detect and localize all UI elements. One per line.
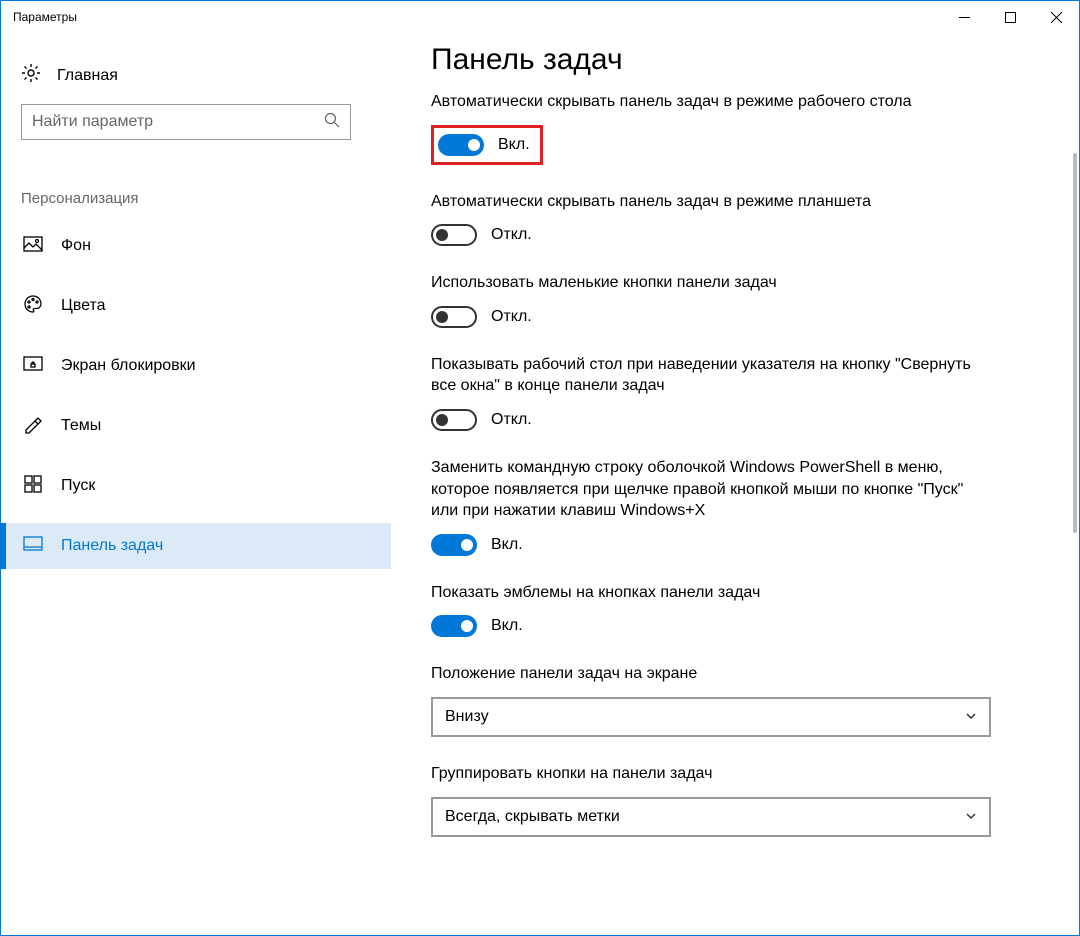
setting-label: Использовать маленькие кнопки панели зад… xyxy=(431,272,971,294)
setting-label: Автоматически скрывать панель задач в ре… xyxy=(431,191,971,213)
search-field[interactable] xyxy=(32,113,316,131)
dropdown-combine[interactable]: Всегда, скрывать метки xyxy=(431,797,991,837)
toggle-peek-desktop[interactable] xyxy=(431,409,477,431)
setting-label: Показывать рабочий стол при наведении ук… xyxy=(431,354,971,397)
dropdown-value: Всегда, скрывать метки xyxy=(445,808,620,826)
toggle-state-text: Вкл. xyxy=(498,136,530,154)
toggle-state-text: Вкл. xyxy=(491,617,523,635)
setting-label: Показать эмблемы на кнопках панели задач xyxy=(431,582,971,604)
main-content: Панель задач Автоматически скрывать пане… xyxy=(371,33,1079,935)
toggle-state-text: Откл. xyxy=(491,411,532,429)
themes-icon xyxy=(23,414,43,439)
dropdown-value: Внизу xyxy=(445,708,489,726)
toggle-autohide-tablet[interactable] xyxy=(431,224,477,246)
sidebar: Главная Персонализация Фон Цвета xyxy=(1,33,371,935)
setting-combine: Группировать кнопки на панели задач Всег… xyxy=(431,763,1039,837)
setting-label: Автоматически скрывать панель задач в ре… xyxy=(431,91,971,113)
picture-icon xyxy=(23,234,43,259)
sidebar-item-lockscreen[interactable]: Экран блокировки xyxy=(21,343,351,389)
setting-small-buttons: Использовать маленькие кнопки панели зад… xyxy=(431,272,1039,328)
sidebar-item-taskbar[interactable]: Панель задач xyxy=(1,523,391,569)
start-icon xyxy=(23,474,43,499)
toggle-state-text: Откл. xyxy=(491,308,532,326)
dropdown-position[interactable]: Внизу xyxy=(431,697,991,737)
page-title: Панель задач xyxy=(431,43,1039,77)
search-icon xyxy=(324,112,340,132)
category-header: Персонализация xyxy=(21,190,351,207)
sidebar-item-label: Экран блокировки xyxy=(61,357,196,375)
maximize-button[interactable] xyxy=(987,1,1033,33)
window-title: Параметры xyxy=(13,10,77,24)
chevron-down-icon xyxy=(965,809,977,825)
setting-label: Заменить командную строку оболочкой Wind… xyxy=(431,457,971,522)
setting-autohide-desktop: Автоматически скрывать панель задач в ре… xyxy=(431,91,1039,165)
sidebar-item-label: Фон xyxy=(61,237,91,255)
toggle-autohide-desktop[interactable] xyxy=(438,134,484,156)
search-input[interactable] xyxy=(21,104,351,140)
window-controls xyxy=(941,1,1079,33)
setting-label: Группировать кнопки на панели задач xyxy=(431,763,971,785)
toggle-badges[interactable] xyxy=(431,615,477,637)
setting-powershell: Заменить командную строку оболочкой Wind… xyxy=(431,457,1039,556)
setting-peek-desktop: Показывать рабочий стол при наведении ук… xyxy=(431,354,1039,431)
sidebar-item-label: Пуск xyxy=(61,477,95,495)
highlight-box: Вкл. xyxy=(431,125,543,165)
lockscreen-icon xyxy=(23,354,43,379)
home-label: Главная xyxy=(57,67,118,85)
sidebar-item-themes[interactable]: Темы xyxy=(21,403,351,449)
chevron-down-icon xyxy=(965,709,977,725)
toggle-state-text: Вкл. xyxy=(491,536,523,554)
sidebar-item-background[interactable]: Фон xyxy=(21,223,351,269)
gear-icon xyxy=(21,63,41,88)
toggle-state-text: Откл. xyxy=(491,226,532,244)
palette-icon xyxy=(23,294,43,319)
setting-badges: Показать эмблемы на кнопках панели задач… xyxy=(431,582,1039,638)
close-button[interactable] xyxy=(1033,1,1079,33)
minimize-button[interactable] xyxy=(941,1,987,33)
toggle-small-buttons[interactable] xyxy=(431,306,477,328)
titlebar: Параметры xyxy=(1,1,1079,33)
sidebar-item-label: Цвета xyxy=(61,297,106,315)
sidebar-item-start[interactable]: Пуск xyxy=(21,463,351,509)
setting-autohide-tablet: Автоматически скрывать панель задач в ре… xyxy=(431,191,1039,247)
home-nav[interactable]: Главная xyxy=(21,53,351,104)
scrollbar[interactable] xyxy=(1073,153,1077,533)
setting-position: Положение панели задач на экране Внизу xyxy=(431,663,1039,737)
toggle-powershell[interactable] xyxy=(431,534,477,556)
sidebar-item-label: Темы xyxy=(61,417,101,435)
setting-label: Положение панели задач на экране xyxy=(431,663,971,685)
sidebar-item-label: Панель задач xyxy=(61,537,163,555)
taskbar-icon xyxy=(23,534,43,559)
sidebar-item-colors[interactable]: Цвета xyxy=(21,283,351,329)
